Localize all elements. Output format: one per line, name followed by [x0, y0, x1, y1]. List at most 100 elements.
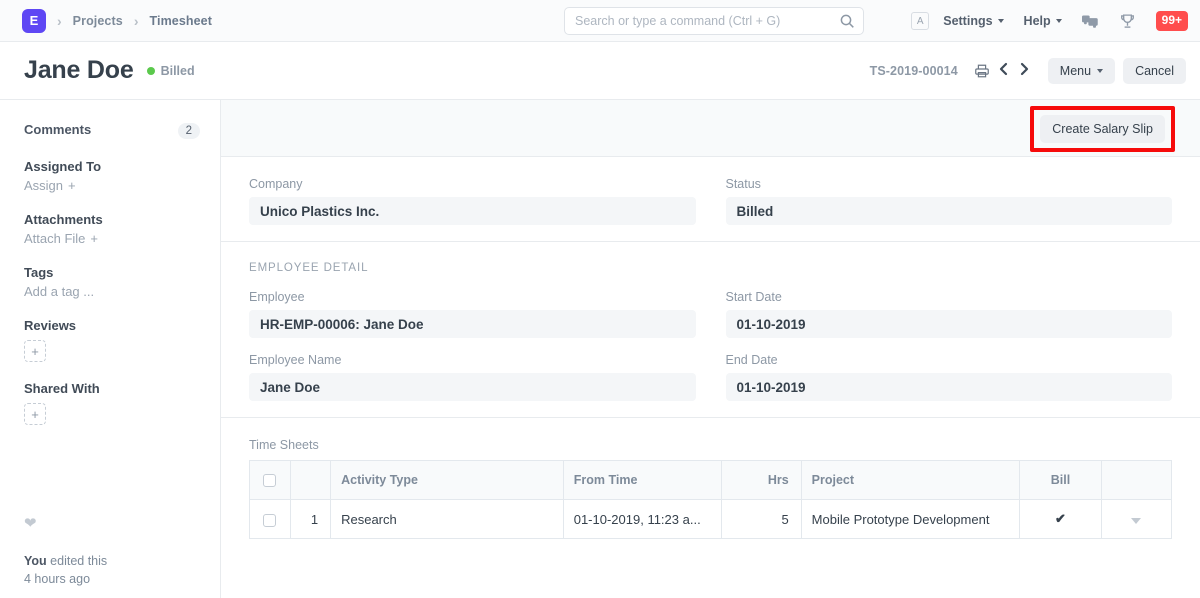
sidebar-item-comments[interactable]: Comments 2: [24, 122, 220, 140]
column-header-from-time[interactable]: From Time: [563, 461, 721, 500]
select-all-checkbox[interactable]: [263, 474, 276, 487]
field-start-date: Start Date 01-10-2019: [726, 290, 1173, 338]
column-header-hrs[interactable]: Hrs: [721, 461, 801, 500]
nav-help-menu[interactable]: Help: [1024, 14, 1062, 28]
navbar-right: A Settings Help 99+: [911, 0, 1188, 42]
sidebar-add-tag-input[interactable]: Add a tag ...: [24, 284, 94, 299]
chat-icon[interactable]: [1082, 13, 1099, 30]
row-select-cell[interactable]: [250, 500, 291, 539]
last-edited-info: You edited this: [24, 552, 107, 570]
row-checkbox[interactable]: [263, 514, 276, 527]
sidebar-assigned-to-label: Assigned To: [24, 159, 220, 174]
sidebar-assign-button[interactable]: Assign +: [24, 178, 76, 193]
nav-settings-label: Settings: [943, 14, 992, 28]
breadcrumb-separator-icon: ›: [57, 13, 62, 29]
heart-icon[interactable]: ❤: [24, 514, 107, 532]
field-employee-name: Employee Name Jane Doe: [249, 353, 696, 401]
field-employee: Employee HR-EMP-00006: Jane Doe: [249, 290, 696, 338]
field-employee-label: Employee: [249, 290, 696, 304]
field-end-date-value[interactable]: 01-10-2019: [726, 373, 1173, 401]
menu-button-label: Menu: [1060, 64, 1091, 78]
page-title: Jane Doe: [24, 56, 134, 85]
sidebar-comments-label: Comments: [24, 122, 91, 137]
field-start-date-value[interactable]: 01-10-2019: [726, 310, 1173, 338]
last-edited-user: You: [24, 554, 47, 568]
select-all-header[interactable]: [250, 461, 291, 500]
column-header-activity-type[interactable]: Activity Type: [331, 461, 564, 500]
chevron-down-icon: [1097, 69, 1103, 73]
page-header: Jane Doe Billed TS-2019-00014 Menu Cance…: [0, 42, 1200, 100]
chevron-down-icon: [1056, 19, 1062, 23]
column-header-actions: [1101, 461, 1171, 500]
status-dot-icon: [147, 67, 155, 75]
global-search[interactable]: [564, 7, 864, 35]
last-edited-action: edited this: [47, 554, 107, 568]
chevron-down-icon: [998, 19, 1004, 23]
cell-project[interactable]: Mobile Prototype Development: [801, 500, 1020, 539]
field-status-value[interactable]: Billed: [726, 197, 1173, 225]
sidebar-section-tags: Tags Add a tag ...: [24, 265, 220, 318]
navbar: E › Projects › Timesheet A Settings Help: [0, 0, 1200, 42]
sidebar-section-shared-with: Shared With +: [24, 381, 220, 425]
field-company: Company Unico Plastics Inc.: [249, 177, 696, 225]
avatar[interactable]: A: [911, 12, 929, 30]
field-status: Status Billed: [726, 177, 1173, 225]
column-header-project[interactable]: Project: [801, 461, 1020, 500]
field-start-date-label: Start Date: [726, 290, 1173, 304]
main-content: Create Salary Slip Company Unico Plastic…: [220, 100, 1200, 598]
field-end-date-label: End Date: [726, 353, 1173, 367]
sidebar-add-review-button[interactable]: +: [24, 340, 46, 362]
notification-badge[interactable]: 99+: [1156, 11, 1188, 31]
section-employee-detail: EMPLOYEE DETAIL Employee HR-EMP-00006: J…: [221, 242, 1200, 418]
check-icon: ✔: [1055, 511, 1066, 526]
sidebar-footer: ❤ You edited this 4 hours ago: [24, 514, 107, 588]
index-header: [290, 461, 331, 500]
table-header-row: Activity Type From Time Hrs Project Bill: [250, 461, 1172, 500]
plus-icon: +: [90, 231, 98, 246]
sidebar-attachments-label: Attachments: [24, 212, 220, 227]
sidebar-tags-label: Tags: [24, 265, 220, 280]
search-input[interactable]: [564, 7, 864, 35]
sidebar-shared-with-label: Shared With: [24, 381, 220, 396]
highlight-annotation: Create Salary Slip: [1030, 106, 1175, 152]
last-edited-time: 4 hours ago: [24, 570, 107, 588]
field-end-date: End Date 01-10-2019: [726, 353, 1173, 401]
cancel-button[interactable]: Cancel: [1123, 58, 1186, 84]
status-badge-label: Billed: [161, 64, 195, 78]
cell-hrs[interactable]: 5: [721, 500, 801, 539]
field-status-label: Status: [726, 177, 1173, 191]
table-row[interactable]: 1 Research 01-10-2019, 11:23 a... 5 Mobi…: [250, 500, 1172, 539]
previous-doc-icon[interactable]: [997, 62, 1010, 81]
row-expand-cell[interactable]: [1101, 500, 1171, 539]
sidebar-attach-file-button[interactable]: Attach File +: [24, 231, 98, 246]
field-employee-name-value[interactable]: Jane Doe: [249, 373, 696, 401]
status-badge: Billed: [147, 64, 195, 78]
field-employee-value[interactable]: HR-EMP-00006: Jane Doe: [249, 310, 696, 338]
breadcrumb-item-timesheet[interactable]: Timesheet: [149, 14, 212, 28]
time-sheets-label: Time Sheets: [249, 438, 1172, 452]
search-icon: [839, 13, 855, 29]
print-icon[interactable]: [974, 63, 990, 79]
time-sheets-table: Activity Type From Time Hrs Project Bill…: [249, 460, 1172, 539]
menu-button[interactable]: Menu: [1048, 58, 1115, 84]
create-salary-slip-button[interactable]: Create Salary Slip: [1040, 115, 1165, 143]
nav-help-label: Help: [1024, 14, 1051, 28]
chevron-down-icon[interactable]: [1131, 518, 1141, 524]
column-header-bill[interactable]: Bill: [1020, 461, 1101, 500]
field-company-value[interactable]: Unico Plastics Inc.: [249, 197, 696, 225]
trophy-icon[interactable]: [1119, 13, 1136, 30]
cell-bill[interactable]: ✔: [1020, 500, 1101, 539]
cell-from-time[interactable]: 01-10-2019, 11:23 a...: [563, 500, 721, 539]
next-doc-icon[interactable]: [1018, 62, 1031, 81]
cell-activity-type[interactable]: Research: [331, 500, 564, 539]
app-logo-icon[interactable]: E: [22, 9, 46, 33]
field-employee-name-label: Employee Name: [249, 353, 696, 367]
breadcrumb-item-projects[interactable]: Projects: [73, 14, 123, 28]
sidebar: Comments 2 Assigned To Assign + Attachme…: [0, 100, 220, 598]
sidebar-add-share-button[interactable]: +: [24, 403, 46, 425]
form-toolbar: Create Salary Slip: [221, 100, 1200, 157]
sidebar-section-attachments: Attachments Attach File +: [24, 212, 220, 265]
page-header-actions: TS-2019-00014 Menu Cancel: [870, 42, 1186, 100]
sidebar-section-reviews: Reviews +: [24, 318, 220, 362]
nav-settings-menu[interactable]: Settings: [943, 14, 1003, 28]
